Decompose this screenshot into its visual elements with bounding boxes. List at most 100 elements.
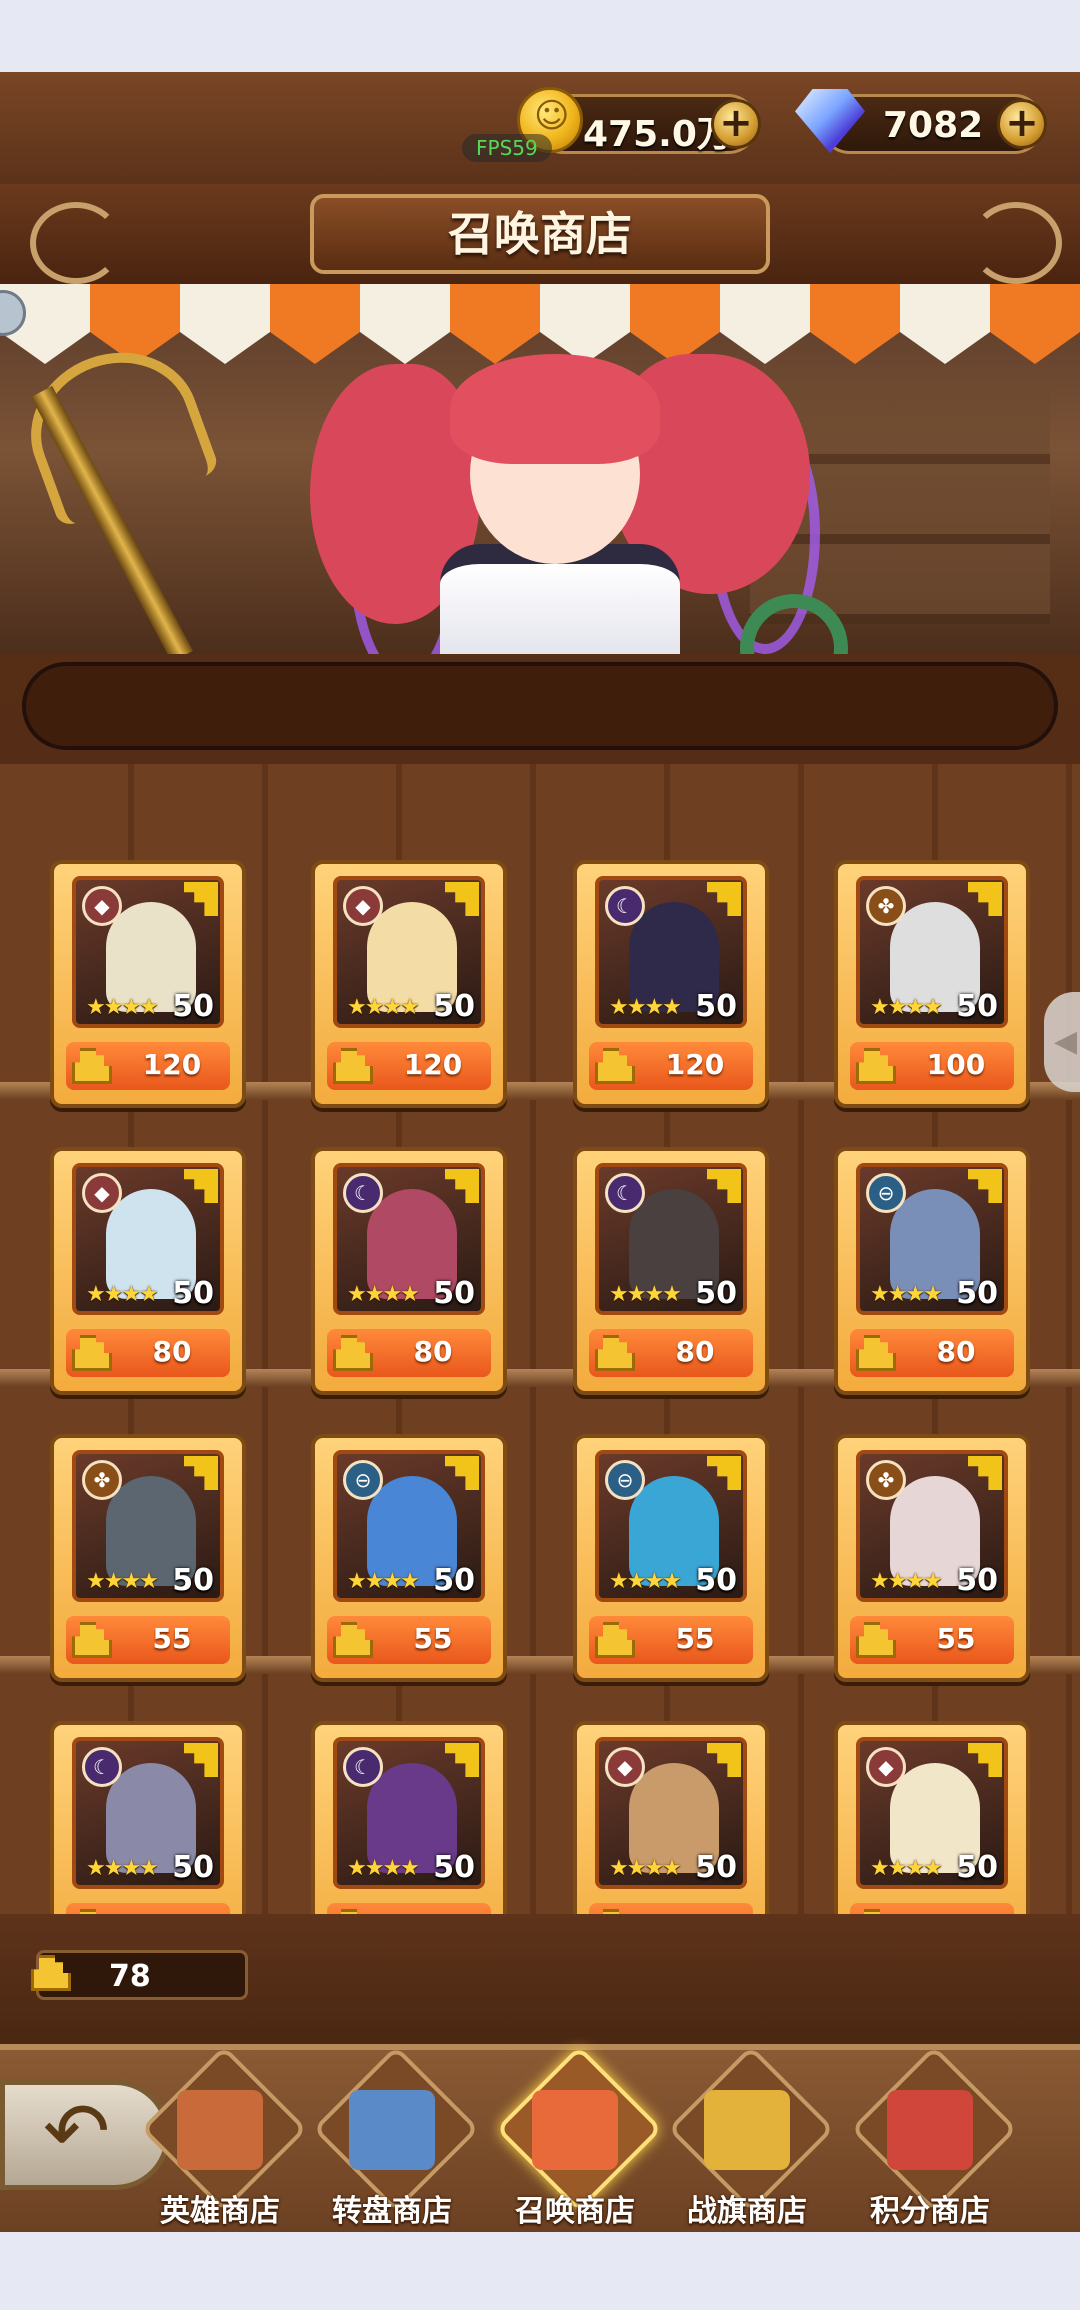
puzzle-piece-icon bbox=[595, 1622, 635, 1658]
hero-portrait: ✤ ★★★★ 50 bbox=[856, 1450, 1008, 1602]
star-rating: ★★★★ bbox=[609, 995, 682, 1020]
price-value: 120 bbox=[665, 1048, 725, 1081]
nav-tab-2[interactable]: 转盘商店 bbox=[307, 2045, 480, 2230]
puzzle-piece-icon bbox=[333, 1335, 373, 1371]
hero-shard-card[interactable]: ☾ ★★★★ 50 120 bbox=[573, 860, 769, 1108]
puzzle-piece-icon bbox=[333, 1622, 373, 1658]
puzzle-balance-value: 78 bbox=[109, 1959, 151, 1994]
price-tag: 80 bbox=[66, 1329, 230, 1377]
puzzle-piece-icon bbox=[31, 1955, 71, 1991]
hero-level: 50 bbox=[695, 1563, 737, 1598]
hero-shard-card[interactable]: ☾ ★★★★ 50 80 bbox=[573, 1147, 769, 1395]
gem-value: 7082 bbox=[883, 105, 984, 146]
title-banner: 召唤商店 bbox=[0, 184, 1080, 284]
shop-building-icon bbox=[704, 2090, 790, 2170]
element-badge-icon: ✤ bbox=[866, 1460, 906, 1500]
hero-level: 50 bbox=[956, 989, 998, 1024]
add-gold-button[interactable]: + bbox=[711, 99, 761, 149]
hero-level: 50 bbox=[695, 1276, 737, 1311]
star-rating: ★★★★ bbox=[870, 995, 943, 1020]
puzzle-piece-icon bbox=[72, 1335, 112, 1371]
hero-shard-card[interactable]: ◆ ★★★★ 50 120 bbox=[50, 860, 246, 1108]
puzzle-corner-icon bbox=[707, 1743, 741, 1777]
nav-tab-3[interactable]: 召唤商店 bbox=[490, 2045, 663, 2230]
star-rating: ★★★★ bbox=[609, 1569, 682, 1594]
hero-shop-grid: ◆ ★★★★ 50 120 ◆ ★★★★ 50 120 ☾ ★★★★ 50 120 ✤ ★★★★ 50 100… bbox=[0, 764, 1080, 1969]
puzzle-corner-icon bbox=[184, 882, 218, 916]
hero-shard-card[interactable]: ✤ ★★★★ 50 55 bbox=[834, 1434, 1030, 1682]
price-value: 55 bbox=[413, 1622, 453, 1655]
element-badge-icon: ☾ bbox=[343, 1173, 383, 1213]
star-rating: ★★★★ bbox=[870, 1282, 943, 1307]
hero-shard-card[interactable]: ⊖ ★★★★ 50 55 bbox=[573, 1434, 769, 1682]
hero-portrait: ⊖ ★★★★ 50 bbox=[333, 1450, 485, 1602]
element-badge-icon: ✤ bbox=[82, 1460, 122, 1500]
price-value: 80 bbox=[152, 1335, 192, 1368]
price-value: 55 bbox=[675, 1622, 715, 1655]
shopkeeper-scene bbox=[0, 284, 1080, 654]
hero-portrait: ◆ ★★★★ 50 bbox=[72, 1163, 224, 1315]
hero-shard-card[interactable]: ⊖ ★★★★ 50 55 bbox=[311, 1434, 507, 1682]
puzzle-corner-icon bbox=[445, 1169, 479, 1203]
hero-portrait: ◆ ★★★★ 50 bbox=[595, 1737, 747, 1889]
top-bar: 475.0万 + 7082 + FPS59 bbox=[0, 72, 1080, 188]
puzzle-piece-icon bbox=[72, 1048, 112, 1084]
puzzle-corner-icon bbox=[184, 1743, 218, 1777]
price-tag: 55 bbox=[589, 1616, 753, 1664]
puzzle-corner-icon bbox=[445, 1456, 479, 1490]
add-gems-button[interactable]: + bbox=[997, 99, 1047, 149]
shop-building-icon bbox=[177, 2090, 263, 2170]
hero-portrait: ☾ ★★★★ 50 bbox=[333, 1163, 485, 1315]
hero-level: 50 bbox=[433, 989, 475, 1024]
nav-tab-label: 英雄商店 bbox=[160, 2194, 280, 2229]
bottom-nav: 英雄商店 转盘商店 召唤商店 战旗商店 积分商店 bbox=[0, 2044, 1080, 2232]
price-tag: 120 bbox=[66, 1042, 230, 1090]
star-rating: ★★★★ bbox=[347, 1569, 420, 1594]
page-title-plate: 召唤商店 bbox=[310, 194, 770, 274]
puzzle-piece-icon bbox=[595, 1335, 635, 1371]
nav-tab-1[interactable]: 英雄商店 bbox=[135, 2045, 308, 2230]
side-arrow-icon[interactable] bbox=[1044, 992, 1080, 1092]
puzzle-piece-icon bbox=[72, 1622, 112, 1658]
gem-counter: 7082 + bbox=[795, 89, 1047, 154]
hero-portrait: ◆ ★★★★ 50 bbox=[856, 1737, 1008, 1889]
star-rating: ★★★★ bbox=[86, 995, 159, 1020]
game-screen: 475.0万 + 7082 + FPS59 召唤商店 bbox=[0, 72, 1080, 2232]
price-tag: 120 bbox=[589, 1042, 753, 1090]
price-tag: 55 bbox=[66, 1616, 230, 1664]
gold-value: 475.0万 bbox=[583, 114, 733, 155]
star-rating: ★★★★ bbox=[609, 1856, 682, 1881]
price-tag: 100 bbox=[850, 1042, 1014, 1090]
price-value: 80 bbox=[936, 1335, 976, 1368]
price-tag: 55 bbox=[850, 1616, 1014, 1664]
element-badge-icon: ☾ bbox=[343, 1747, 383, 1787]
price-value: 55 bbox=[152, 1622, 192, 1655]
nav-tab-label: 战旗商店 bbox=[687, 2194, 807, 2229]
hero-shard-card[interactable]: ◆ ★★★★ 50 120 bbox=[311, 860, 507, 1108]
fps-counter: FPS59 bbox=[462, 134, 552, 162]
nav-tab-5[interactable]: 积分商店 bbox=[845, 2045, 1018, 2230]
element-badge-icon: ⊖ bbox=[866, 1173, 906, 1213]
hero-shard-card[interactable]: ☾ ★★★★ 50 80 bbox=[311, 1147, 507, 1395]
hero-portrait: ✤ ★★★★ 50 bbox=[856, 876, 1008, 1028]
scroll-ornament-left bbox=[30, 202, 122, 284]
nav-tab-4[interactable]: 战旗商店 bbox=[662, 2045, 835, 2230]
hero-shard-card[interactable]: ⊖ ★★★★ 50 80 bbox=[834, 1147, 1030, 1395]
hero-level: 50 bbox=[433, 1850, 475, 1885]
shopkeeper-character bbox=[270, 324, 848, 654]
puzzle-corner-icon bbox=[707, 882, 741, 916]
price-value: 120 bbox=[142, 1048, 202, 1081]
element-badge-icon: ◆ bbox=[605, 1747, 645, 1787]
hero-portrait: ☾ ★★★★ 50 bbox=[595, 876, 747, 1028]
hero-portrait: ☾ ★★★★ 50 bbox=[72, 1737, 224, 1889]
price-value: 80 bbox=[413, 1335, 453, 1368]
price-value: 55 bbox=[936, 1622, 976, 1655]
hero-shard-card[interactable]: ◆ ★★★★ 50 80 bbox=[50, 1147, 246, 1395]
hero-shard-card[interactable]: ✤ ★★★★ 50 100 bbox=[834, 860, 1030, 1108]
star-rating: ★★★★ bbox=[86, 1856, 159, 1881]
hero-shard-card[interactable]: ✤ ★★★★ 50 55 bbox=[50, 1434, 246, 1682]
nav-tab-label: 积分商店 bbox=[870, 2194, 990, 2229]
puzzle-corner-icon bbox=[184, 1456, 218, 1490]
price-value: 100 bbox=[926, 1048, 986, 1081]
hero-level: 50 bbox=[956, 1276, 998, 1311]
